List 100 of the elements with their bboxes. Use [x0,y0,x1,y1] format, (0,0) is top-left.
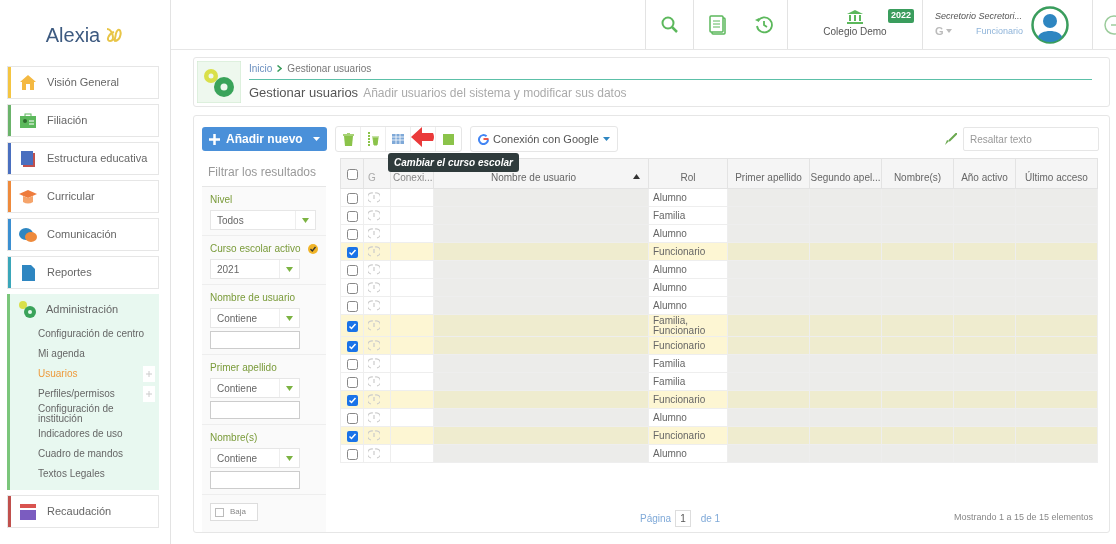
checkbox[interactable] [346,376,358,388]
plus-icon [145,370,153,378]
history-icon [754,14,774,35]
role-cell: Alumno [653,299,687,311]
page-count: de 1 [700,511,721,526]
results-summary: Mostrando 1 a 15 de 15 elementos [953,511,1093,525]
checkbox[interactable] [346,448,358,460]
dropdown-arrow-icon [302,217,309,223]
chat-bubbles-icon [19,225,37,244]
checkbox[interactable] [346,210,358,222]
dropdown-arrow-icon [286,315,293,321]
checkbox[interactable] [346,358,358,370]
sidebar-subitem[interactable]: Mi agenda [38,349,155,359]
graduation-cap-icon [19,187,37,206]
sidebar-subitem[interactable]: Textos Legales [38,469,155,479]
tree-delete-icon [367,132,379,146]
logout-icon[interactable] [1102,14,1116,35]
checkbox[interactable] [346,246,358,258]
checkbox[interactable] [346,340,358,352]
building-icon [847,10,863,24]
sync-status-icon [368,394,380,405]
checkbox[interactable] [346,412,358,424]
sidebar-section[interactable]: Administración Configuración de centro Mi agenda Usuarios Perfiles/permisos Configuración de institución Indicadores de uso Cuadro de mandos Textos Legales [7,294,159,490]
role-cell: Alumno [653,227,687,239]
role-cell: Alumno [653,447,687,459]
sidebar-item-label: Reportes [47,265,92,281]
sidebar-section[interactable]: Curricular [7,180,159,213]
add-new-button[interactable]: Añadir nuevo [202,127,327,151]
table-icon [392,134,404,144]
filter-input-field[interactable] [210,401,300,419]
filter-dropdown[interactable]: Contiene [210,308,300,328]
sync-status-icon [368,192,380,203]
page-title: Gestionar usuarios [249,84,359,103]
sidebar-section[interactable]: Reportes [7,256,159,289]
role-cell: Funcionario [653,429,706,441]
sidebar-item-label: Comunicación [47,227,117,243]
role-cell: Funcionario [653,393,706,405]
filter-input-field[interactable] [210,331,300,349]
sync-status-icon [368,340,380,351]
sidebar-subitem[interactable]: Indicadores de uso [38,429,155,439]
sync-status-icon [368,430,380,441]
filter-dropdown[interactable]: 2021 [210,259,300,279]
filter-dropdown[interactable]: Todos [210,210,316,230]
id-card-icon [19,111,37,130]
highlight-text-field[interactable]: Resaltar texto [963,127,1099,151]
gears-icon [18,300,36,318]
sidebar-subitem[interactable]: Configuración de institución [38,404,155,424]
sidebar-subitem[interactable]: Cuadro de mandos [38,449,155,459]
page-number-field[interactable]: 1 [675,509,691,527]
checkbox[interactable] [346,168,358,180]
sidebar-subitem[interactable]: Configuración de centro [38,329,155,339]
role-cell: Familia [653,209,686,221]
role-cell: Funcionario [653,339,706,351]
filter-label: Primer apellido [210,361,277,375]
filter-input-field[interactable] [210,471,300,489]
checkbox[interactable] [346,300,358,312]
school-name: Colegio Demo [823,25,887,39]
table-row[interactable]: Familia, Funcionario [340,314,1098,337]
sidebar-section[interactable]: Visión General [7,66,159,99]
sidebar-subitem[interactable]: Perfiles/permisos [38,389,143,399]
filter-label: Nombre de usuario [210,291,296,305]
column-header[interactable]: Rol [680,172,696,183]
column-header[interactable]: Nombre de usuario [490,172,576,183]
checkbox[interactable] [346,264,358,276]
brush-icon [945,133,957,145]
sync-status-icon [368,412,380,423]
checkbox[interactable] [346,282,358,294]
breadcrumb-link[interactable]: Inicio [249,61,273,77]
checkbox[interactable] [346,394,358,406]
filter-dropdown[interactable]: Contiene [210,448,300,468]
sidebar-section[interactable]: Comunicación [7,218,159,251]
user-avatar-icon[interactable] [1031,5,1069,44]
baja-checkbox[interactable]: Baja [210,503,258,521]
sync-status-icon [368,228,380,239]
chevron-right-icon [277,65,283,73]
checkbox[interactable] [346,320,358,332]
sidebar-section[interactable]: Filiación [7,104,159,137]
role-cell: Familia [653,375,686,387]
dropdown-arrow-icon [286,455,293,461]
google-connection-button[interactable]: Conexión con Google [470,126,618,152]
sidebar-item-label: Recaudación [47,504,112,520]
sync-status-icon [368,282,380,293]
role-cell: Alumno [653,281,687,293]
sidebar-section[interactable]: Estructura educativa [7,142,159,175]
filter-dropdown[interactable]: Contiene [210,378,300,398]
dropdown-arrow-icon [286,266,293,272]
caret-icon [313,137,320,141]
checkbox[interactable] [346,228,358,240]
plus-icon [209,133,220,145]
checkbox[interactable] [346,192,358,204]
sort-ascending-icon [633,174,640,179]
sidebar-section[interactable]: Recaudación [7,495,159,528]
sync-status-icon [368,300,380,311]
user-role: Funcionario [975,24,1023,38]
role-cell: Familia, Funcionario [653,314,706,336]
pointer-arrow-drawing [411,127,435,147]
document-icon [19,263,37,282]
sync-status-icon [368,448,380,459]
checkbox[interactable] [346,430,358,442]
filter-label: Nombre(s) [210,431,258,445]
